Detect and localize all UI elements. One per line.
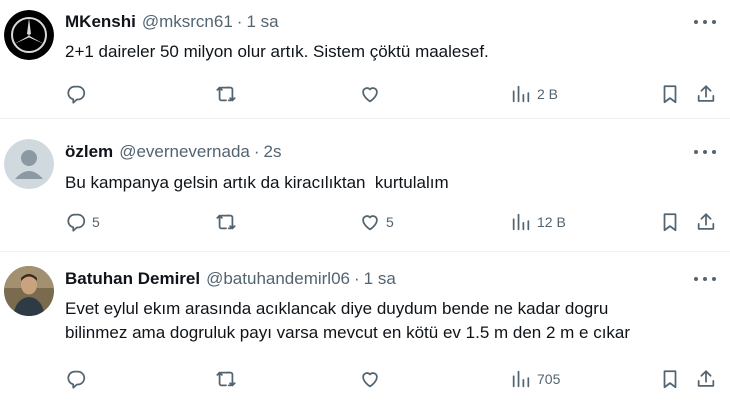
separator: ·: [354, 269, 360, 288]
view-count: 12 B: [537, 214, 566, 230]
separator: ·: [253, 142, 260, 161]
timestamp[interactable]: 2s: [264, 142, 282, 162]
heart-icon: [362, 372, 378, 388]
like-button[interactable]: [359, 367, 386, 391]
more-dots-icon[interactable]: [694, 12, 716, 32]
heart-icon: [362, 215, 378, 231]
heart-icon: [362, 87, 378, 103]
views-button[interactable]: 2 B: [510, 82, 558, 106]
username[interactable]: @evernevernada: [119, 142, 250, 162]
view-count: 2 B: [537, 86, 559, 102]
tweet-header: MKenshi @mksrcn61 · 1 sa: [65, 12, 279, 32]
views-button[interactable]: 12 B: [510, 210, 566, 234]
bookmark-icon: [663, 370, 677, 389]
like-count: 5: [386, 214, 394, 230]
tweet[interactable]: özlem @evernevernada · 2s Bu kampanya ge…: [0, 118, 730, 251]
mercedes-logo-icon: [4, 10, 54, 60]
reply-button[interactable]: 5: [65, 210, 100, 234]
tweet-header: Batuhan Demirel @batuhandemirl06 · 1 sa: [65, 269, 396, 289]
views-chart-icon: [512, 85, 530, 103]
avatar[interactable]: [4, 266, 54, 316]
username[interactable]: @batuhandemirl06: [206, 269, 350, 289]
retweet-button[interactable]: [215, 210, 242, 234]
more-dots-icon[interactable]: [694, 142, 716, 162]
retweet-icon: [216, 86, 236, 102]
tweet-text: Evet eylul ekım arasında acıklancak diye…: [65, 299, 631, 342]
views-chart-icon: [512, 370, 530, 388]
share-icon: [697, 370, 715, 387]
tweet-header: özlem @evernevernada · 2s: [65, 142, 282, 162]
reply-icon: [67, 213, 86, 232]
like-button[interactable]: [359, 82, 386, 106]
tweet-actions: 5 5 12 B: [65, 210, 725, 234]
reply-button[interactable]: [65, 367, 92, 391]
more-dots-icon[interactable]: [694, 269, 716, 289]
share-button[interactable]: [695, 210, 717, 234]
reply-count: 5: [92, 214, 100, 230]
retweet-button[interactable]: [215, 82, 242, 106]
avatar[interactable]: [4, 10, 54, 60]
separator: ·: [236, 12, 243, 31]
profile-photo-icon: [4, 266, 54, 316]
username[interactable]: @mksrcn61: [142, 12, 233, 32]
share-icon: [697, 85, 715, 102]
timestamp[interactable]: 1 sa: [246, 12, 278, 32]
avatar[interactable]: [4, 139, 54, 189]
bookmark-icon: [663, 85, 677, 104]
retweet-icon: [216, 214, 236, 230]
bookmark-icon: [663, 213, 677, 232]
reply-button[interactable]: [65, 82, 92, 106]
tweet-text: 2+1 daireler 50 milyon olur artık. Siste…: [65, 42, 489, 61]
tweet[interactable]: MKenshi @mksrcn61 · 1 sa 2+1 daireler 50…: [0, 0, 730, 118]
tweet-actions: 705: [65, 367, 725, 391]
display-name[interactable]: Batuhan Demirel: [65, 269, 200, 289]
like-button[interactable]: 5: [359, 210, 394, 234]
reply-icon: [67, 85, 86, 104]
share-icon: [697, 213, 715, 230]
views-button[interactable]: 705: [510, 367, 560, 391]
view-count: 705: [537, 371, 561, 387]
reply-icon: [67, 370, 86, 389]
display-name[interactable]: özlem: [65, 142, 113, 162]
tweet-actions: 2 B: [65, 82, 725, 106]
default-profile-icon: [4, 139, 54, 189]
timestamp[interactable]: 1 sa: [364, 269, 396, 289]
bookmark-button[interactable]: [659, 210, 681, 234]
tweet-feed: MKenshi @mksrcn61 · 1 sa 2+1 daireler 50…: [0, 0, 730, 420]
tweet[interactable]: Batuhan Demirel @batuhandemirl06 · 1 sa …: [0, 251, 730, 420]
display-name[interactable]: MKenshi: [65, 12, 136, 32]
tweet-text: Bu kampanya gelsin artık da kiracılıktan…: [65, 173, 449, 192]
bookmark-button[interactable]: [659, 82, 681, 106]
share-button[interactable]: [695, 82, 717, 106]
bookmark-button[interactable]: [659, 367, 681, 391]
views-chart-icon: [512, 213, 530, 231]
retweet-icon: [216, 371, 236, 387]
retweet-button[interactable]: [215, 367, 242, 391]
share-button[interactable]: [695, 367, 717, 391]
